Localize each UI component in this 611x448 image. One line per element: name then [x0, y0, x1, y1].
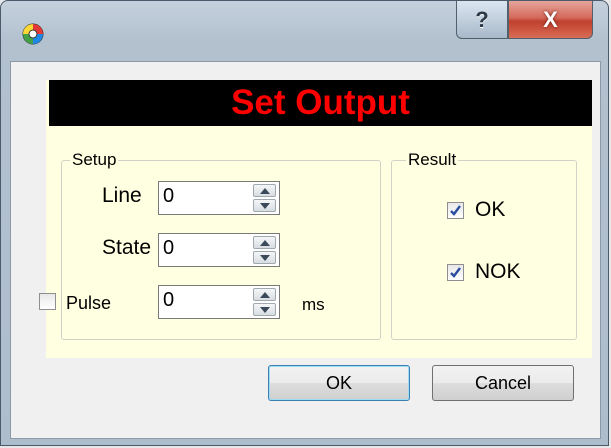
state-increment-button[interactable] — [253, 236, 276, 249]
arrow-down-icon — [260, 307, 270, 313]
setup-group-label: Setup — [70, 150, 119, 169]
dialog-body: Set Output Setup Line 0 State 0 Pulse 0 … — [10, 61, 601, 439]
close-button[interactable]: X — [508, 1, 593, 39]
line-value: 0 — [163, 185, 175, 207]
pulse-value: 0 — [163, 289, 175, 311]
setup-group: Setup Line 0 State 0 Pulse 0 ms — [39, 151, 381, 340]
state-decrement-button[interactable] — [253, 251, 276, 264]
help-button[interactable]: ? — [456, 1, 508, 39]
ok-checkbox[interactable] — [447, 202, 464, 219]
page-title: Set Output — [49, 80, 592, 126]
nok-checkbox-label: NOK — [475, 260, 521, 283]
result-group: Result OK NOK — [391, 151, 577, 340]
line-label: Line — [102, 184, 142, 207]
checkmark-icon — [450, 205, 461, 216]
state-value: 0 — [163, 237, 175, 259]
nok-checkbox[interactable] — [447, 264, 464, 281]
state-stepper[interactable]: 0 — [158, 233, 280, 267]
app-logo-icon — [22, 23, 44, 45]
title-bar[interactable]: ? X — [1, 1, 610, 61]
pulse-stepper-arrows — [253, 288, 276, 316]
arrow-down-icon — [260, 203, 270, 209]
arrow-up-icon — [260, 292, 270, 298]
arrow-down-icon — [260, 255, 270, 261]
line-stepper-arrows — [253, 184, 276, 212]
cancel-button[interactable]: Cancel — [432, 365, 574, 401]
arrow-up-icon — [260, 188, 270, 194]
pulse-increment-button[interactable] — [253, 288, 276, 301]
pulse-stepper[interactable]: 0 — [158, 285, 280, 319]
help-icon: ? — [475, 6, 489, 32]
state-stepper-arrows — [253, 236, 276, 264]
result-group-label: Result — [406, 150, 459, 169]
line-decrement-button[interactable] — [253, 199, 276, 212]
content-panel: Set Output Setup Line 0 State 0 Pulse 0 … — [39, 80, 592, 358]
close-icon: X — [543, 6, 558, 32]
ok-checkbox-label: OK — [475, 198, 506, 221]
ok-button[interactable]: OK — [268, 365, 410, 401]
pulse-unit-label: ms — [302, 295, 325, 314]
pulse-label: Pulse — [66, 293, 112, 313]
line-stepper[interactable]: 0 — [158, 181, 280, 215]
pulse-checkbox[interactable] — [39, 293, 56, 310]
state-label: State — [102, 236, 152, 259]
checkmark-icon — [450, 267, 461, 278]
pulse-decrement-button[interactable] — [253, 303, 276, 316]
arrow-up-icon — [260, 240, 270, 246]
line-increment-button[interactable] — [253, 184, 276, 197]
dialog-window: ? X Set Output Setup Line 0 State 0 Puls… — [0, 0, 609, 446]
